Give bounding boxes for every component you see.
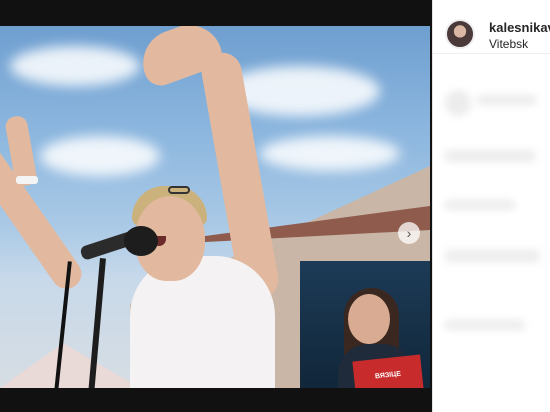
cloud (40, 136, 160, 176)
blurred-avatar (445, 90, 471, 116)
protest-sign: ВЯЗІЦЕ (352, 354, 424, 388)
sunglasses (168, 186, 190, 194)
username-link[interactable]: kalesnikava (489, 20, 550, 35)
microphone-head (124, 226, 158, 256)
cloud (260, 136, 400, 171)
carousel-next-button[interactable]: › (398, 222, 420, 244)
blurred-comment (445, 200, 515, 210)
avatar[interactable] (445, 19, 475, 49)
blurred-comment (445, 320, 525, 330)
blurred-comment (445, 150, 535, 162)
bracelet (16, 176, 38, 184)
post-header: kalesnikava Vitebsk (433, 0, 550, 54)
chevron-right-icon: › (406, 225, 412, 241)
blurred-comment (445, 250, 540, 262)
instagram-post-view: ВЯЗІЦЕ › kalesnikava Vitebsk (0, 0, 550, 412)
post-side-panel: kalesnikava Vitebsk (432, 0, 550, 412)
blurred-comment (477, 95, 537, 105)
tent (0, 343, 140, 388)
cloud (10, 46, 140, 86)
person-head (348, 294, 390, 344)
location-link[interactable]: Vitebsk (489, 37, 528, 51)
post-photo[interactable]: ВЯЗІЦЕ › (0, 26, 430, 388)
